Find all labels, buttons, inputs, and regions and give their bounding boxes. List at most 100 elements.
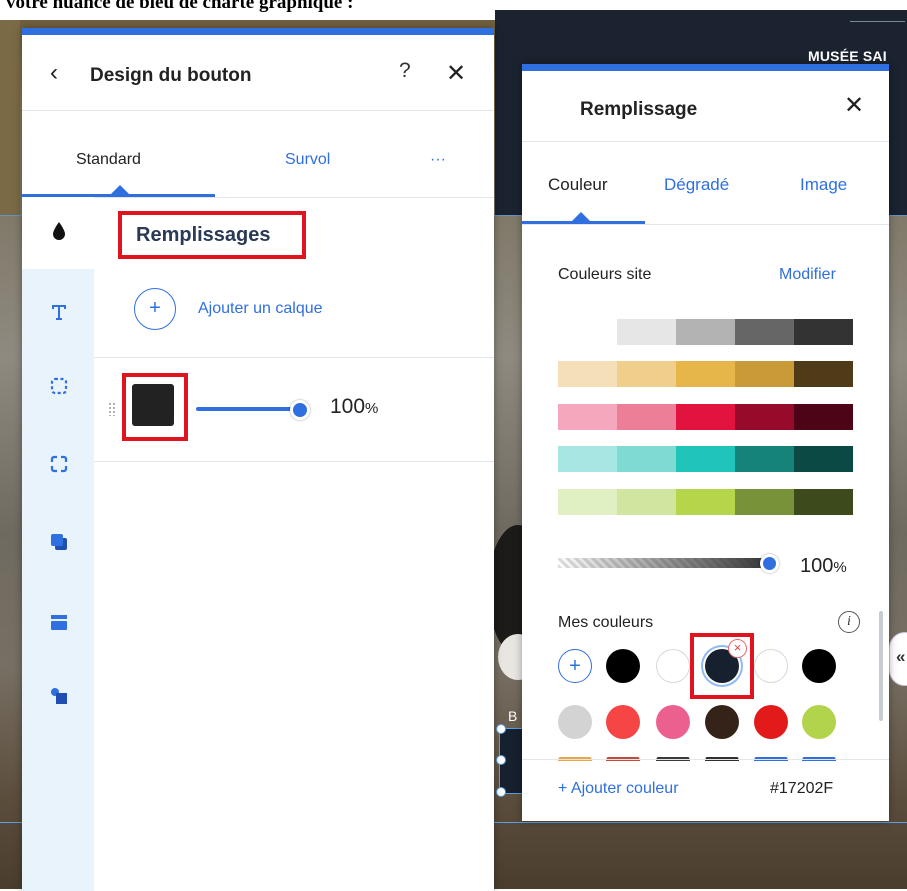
active-tab-caret — [572, 212, 590, 221]
palette-swatch[interactable] — [794, 361, 853, 387]
add-my-color-button[interactable]: + — [558, 649, 592, 683]
add-color-link[interactable]: + Ajouter couleur — [558, 780, 679, 798]
caption-text: votre nuance de bleu de charte graphique… — [6, 0, 354, 13]
close-icon[interactable]: ✕ — [446, 59, 466, 88]
divider — [522, 759, 889, 760]
close-icon[interactable]: ✕ — [844, 91, 864, 120]
layer-opacity-slider[interactable] — [196, 407, 296, 411]
my-color-swatch[interactable] — [754, 705, 788, 739]
opacity-slider[interactable] — [558, 558, 770, 568]
palette-swatch[interactable] — [617, 446, 676, 472]
hex-value[interactable]: #17202F — [770, 780, 833, 798]
palette-swatch[interactable] — [558, 361, 617, 387]
layer-opacity-value: 100% — [330, 395, 379, 418]
tab-standard[interactable]: Standard — [76, 151, 141, 169]
opacity-value: 100% — [800, 555, 847, 577]
border-icon[interactable] — [48, 377, 70, 399]
palette-swatch[interactable] — [794, 489, 853, 515]
palette-swatch[interactable] — [558, 404, 617, 430]
scroll-fade — [558, 747, 848, 757]
layer-opacity-knob[interactable] — [290, 400, 310, 420]
palette-swatch[interactable] — [558, 489, 617, 515]
tab-more[interactable]: ··· — [430, 151, 446, 169]
collapse-handle[interactable]: « — [889, 632, 907, 686]
add-layer-link[interactable]: Ajouter un calque — [198, 300, 323, 318]
palette-swatch[interactable] — [558, 319, 617, 345]
tab-image[interactable]: Image — [800, 175, 847, 195]
help-icon[interactable]: ? — [399, 59, 411, 83]
palette-swatch[interactable] — [735, 446, 794, 472]
resize-handle[interactable] — [496, 755, 506, 765]
resize-handle[interactable] — [496, 724, 506, 734]
palette-swatch[interactable] — [735, 404, 794, 430]
panel-title: Remplissage — [580, 99, 698, 120]
my-color-swatch[interactable] — [754, 649, 788, 683]
panel-title: Design du bouton — [90, 65, 252, 86]
palette-swatch[interactable] — [735, 489, 794, 515]
palette-swatch[interactable] — [676, 404, 735, 430]
my-color-swatch[interactable] — [802, 649, 836, 683]
palette-swatch[interactable] — [676, 489, 735, 515]
resize-handle[interactable] — [496, 787, 506, 797]
button-design-panel: ‹ Design du bouton ? ✕ Standard Survol ·… — [22, 28, 494, 891]
my-color-swatch[interactable] — [802, 705, 836, 739]
my-color-swatch[interactable] — [606, 649, 640, 683]
site-colors-label: Couleurs site — [558, 266, 652, 283]
tab-color[interactable]: Couleur — [548, 175, 608, 195]
palette-swatch[interactable] — [617, 319, 676, 345]
fill-icon[interactable] — [48, 221, 70, 243]
site-brand-text: MUSÉE SAI — [808, 48, 887, 64]
palette-swatch[interactable] — [735, 319, 794, 345]
palette-swatch[interactable] — [676, 319, 735, 345]
divider — [94, 357, 494, 358]
text-icon[interactable] — [48, 303, 70, 325]
background-image-left — [0, 20, 20, 215]
fill-type-tabs: Couleur Dégradé Image — [522, 142, 889, 225]
divider — [94, 461, 494, 462]
my-colors-label: Mes couleurs — [558, 614, 654, 631]
my-color-swatch[interactable] — [656, 705, 690, 739]
palette-row — [558, 361, 853, 387]
tab-hover[interactable]: Survol — [285, 151, 330, 169]
palette-swatch[interactable] — [617, 404, 676, 430]
palette-swatch[interactable] — [735, 361, 794, 387]
my-color-swatch[interactable] — [606, 705, 640, 739]
tab-gradient[interactable]: Dégradé — [664, 175, 729, 195]
shapes-icon[interactable] — [48, 687, 70, 709]
palette-swatch[interactable] — [558, 446, 617, 472]
palette-row — [558, 446, 853, 472]
remove-color-icon[interactable]: × — [728, 639, 747, 658]
palette-swatch[interactable] — [676, 361, 735, 387]
shadow-icon[interactable] — [48, 533, 70, 555]
my-color-swatch[interactable] — [705, 705, 739, 739]
add-layer-button[interactable]: + — [134, 288, 176, 330]
active-tab-caret — [111, 185, 129, 194]
palette-row — [558, 319, 853, 345]
active-tab-indicator — [522, 221, 645, 224]
palette-row — [558, 489, 853, 515]
layout-icon[interactable] — [48, 613, 70, 635]
panel-header: ‹ Design du bouton ? ✕ — [22, 35, 494, 111]
highlight-box — [118, 211, 306, 259]
edit-site-colors-link[interactable]: Modifier — [779, 266, 836, 284]
palette-swatch[interactable] — [676, 446, 735, 472]
corners-icon[interactable] — [48, 455, 70, 477]
drag-handle[interactable] — [108, 402, 116, 416]
highlight-box — [122, 373, 188, 441]
palette-swatch[interactable] — [617, 489, 676, 515]
info-icon[interactable]: i — [838, 611, 860, 633]
my-color-swatch[interactable] — [656, 649, 690, 683]
palette-swatch[interactable] — [794, 446, 853, 472]
palette-swatch[interactable] — [617, 361, 676, 387]
opacity-knob[interactable] — [760, 554, 779, 573]
scrollbar[interactable] — [879, 611, 883, 721]
palette-swatch[interactable] — [794, 319, 853, 345]
back-icon[interactable]: ‹ — [50, 59, 58, 87]
fill-panel: Remplissage ✕ Couleur Dégradé Image Coul… — [522, 64, 889, 821]
palette-swatch[interactable] — [794, 404, 853, 430]
design-sidebar — [22, 197, 94, 891]
state-tabs: Standard Survol ··· — [22, 111, 494, 198]
my-color-swatch[interactable] — [558, 705, 592, 739]
palette-row — [558, 404, 853, 430]
panel-header: Remplissage ✕ — [522, 71, 889, 142]
